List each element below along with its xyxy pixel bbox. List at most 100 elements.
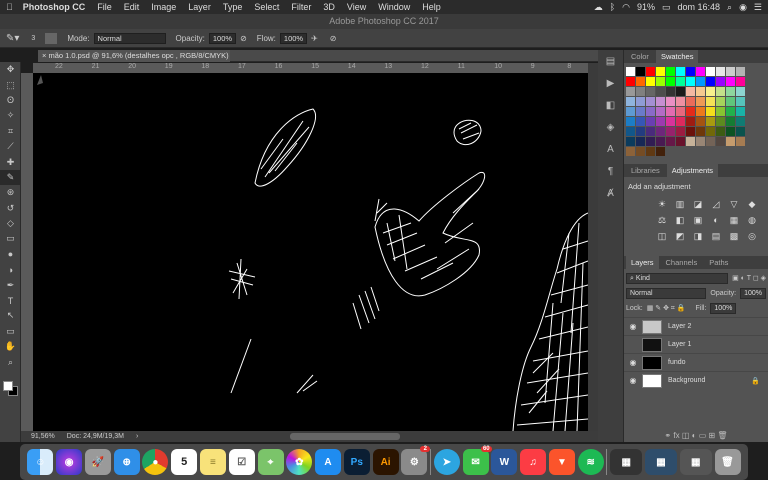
telegram-icon[interactable]: ➤: [433, 449, 460, 475]
reminders-icon[interactable]: ☑: [228, 449, 255, 475]
swatch[interactable]: [636, 137, 645, 146]
swatch[interactable]: [736, 107, 745, 116]
menu-help[interactable]: Help: [416, 2, 447, 12]
swatch[interactable]: [636, 87, 645, 96]
swatch[interactable]: [636, 77, 645, 86]
brush-size[interactable]: 3: [31, 35, 35, 42]
move-tool-icon[interactable]: ✥: [0, 62, 21, 77]
swatch[interactable]: [686, 127, 695, 136]
document-tab[interactable]: × mão 1.0.psd @ 91,6% (destalhes opc , R…: [38, 50, 230, 72]
swatch[interactable]: [706, 107, 715, 116]
swatch[interactable]: [636, 97, 645, 106]
airbrush-icon[interactable]: ✈: [311, 34, 318, 43]
swatch[interactable]: [696, 67, 705, 76]
tab-paths[interactable]: Paths: [704, 256, 733, 269]
swatch[interactable]: [666, 107, 675, 116]
adjustment-icon[interactable]: ☀: [654, 198, 670, 210]
swatch[interactable]: [696, 117, 705, 126]
swatch[interactable]: [706, 77, 715, 86]
swatch[interactable]: [626, 117, 635, 126]
blend-mode-select[interactable]: Normal: [626, 287, 707, 299]
layer-filter-select[interactable]: ⌕ Kind: [626, 272, 729, 284]
trash-dock-icon[interactable]: 🗑: [714, 449, 741, 475]
swatch[interactable]: [656, 87, 665, 96]
swatch[interactable]: [686, 87, 695, 96]
adjustment-icon[interactable]: ▦: [726, 214, 742, 226]
menu-window[interactable]: Window: [372, 2, 416, 12]
close-tab-icon[interactable]: ×: [42, 51, 46, 60]
menu-type[interactable]: Type: [217, 2, 249, 12]
swatch[interactable]: [716, 77, 725, 86]
fill-field[interactable]: 100%: [710, 302, 737, 314]
wifi-icon[interactable]: ◠: [622, 2, 630, 13]
pressure-size-icon[interactable]: ⊘: [330, 34, 337, 43]
zoom-tool-icon[interactable]: ⌕: [0, 354, 21, 369]
swatch[interactable]: [726, 107, 735, 116]
swatch[interactable]: [666, 117, 675, 126]
cloud-icon[interactable]: ☁: [594, 2, 603, 13]
siri-icon[interactable]: ◉: [739, 2, 747, 13]
swatch[interactable]: [736, 87, 745, 96]
horizontal-scrollbar[interactable]: [290, 433, 400, 440]
adjustment-icon[interactable]: ▽: [726, 198, 742, 210]
adjustment-icon[interactable]: ◨: [690, 230, 706, 242]
swatch[interactable]: [676, 137, 685, 146]
app-store-icon[interactable]: A: [315, 449, 342, 475]
swatch[interactable]: [666, 137, 675, 146]
swatch[interactable]: [626, 107, 635, 116]
swatch[interactable]: [686, 67, 695, 76]
swatch[interactable]: [686, 107, 695, 116]
swatch[interactable]: [646, 87, 655, 96]
swatch[interactable]: [666, 87, 675, 96]
eyedropper-tool-icon[interactable]: ⟋: [0, 139, 21, 154]
swatch[interactable]: [736, 67, 745, 76]
swatch[interactable]: [726, 137, 735, 146]
menu-3d[interactable]: 3D: [317, 2, 341, 12]
safari-icon[interactable]: ⊕: [113, 449, 140, 475]
adjustment-icon[interactable]: ◍: [744, 214, 760, 226]
battery-icon[interactable]: ▭: [662, 2, 671, 13]
swatch[interactable]: [676, 67, 685, 76]
chrome-icon[interactable]: ●: [142, 449, 169, 475]
swatch[interactable]: [626, 77, 635, 86]
healing-tool-icon[interactable]: ✚: [0, 154, 21, 169]
menu-select[interactable]: Select: [248, 2, 285, 12]
apple-icon[interactable]: : [0, 2, 19, 12]
gradient-tool-icon[interactable]: ▭: [0, 231, 21, 246]
layer-row[interactable]: ◉ Background 🔒: [624, 371, 768, 389]
adjustment-icon[interactable]: ⚖: [654, 214, 670, 226]
system-preferences-icon[interactable]: ⚙ 2: [401, 446, 431, 475]
layer-opacity-field[interactable]: 100%: [740, 287, 766, 299]
photoshop-icon[interactable]: Ps: [343, 449, 370, 475]
swatch[interactable]: [706, 97, 715, 106]
visibility-eye-icon[interactable]: ◉: [624, 322, 642, 331]
swatch[interactable]: [736, 117, 745, 126]
menu-filter[interactable]: Filter: [285, 2, 317, 12]
swatch[interactable]: [696, 87, 705, 96]
layer-row[interactable]: ◉ fundo: [624, 353, 768, 371]
history-panel-icon[interactable]: ▤: [598, 50, 623, 72]
foreground-color-swatch[interactable]: [3, 380, 13, 391]
swatch[interactable]: [636, 147, 645, 156]
swatch[interactable]: [656, 77, 665, 86]
swatch[interactable]: [626, 137, 635, 146]
layer-row[interactable]: Layer 1: [624, 335, 768, 353]
blur-tool-icon[interactable]: ●: [0, 247, 21, 262]
type-tool-icon[interactable]: T: [0, 293, 21, 308]
minimized-window-3[interactable]: ▦: [679, 449, 712, 475]
opacity-field[interactable]: 100%: [208, 32, 237, 44]
actions-panel-icon[interactable]: ▶: [598, 72, 623, 94]
new-layer-icon[interactable]: ⊞: [708, 431, 715, 440]
notification-center-icon[interactable]: ☰: [754, 2, 762, 13]
adjustment-icon[interactable]: ▥: [672, 198, 688, 210]
menu-file[interactable]: File: [91, 2, 118, 12]
tab-layers[interactable]: Layers: [626, 256, 659, 269]
swatch[interactable]: [656, 97, 665, 106]
minimized-window-2[interactable]: ▦: [644, 449, 677, 475]
swatch[interactable]: [726, 77, 735, 86]
swatch[interactable]: [716, 127, 725, 136]
adjustment-icon[interactable]: ◫: [654, 230, 670, 242]
swatch[interactable]: [646, 97, 655, 106]
swatch[interactable]: [676, 87, 685, 96]
adjustment-icon[interactable]: ◩: [672, 230, 688, 242]
